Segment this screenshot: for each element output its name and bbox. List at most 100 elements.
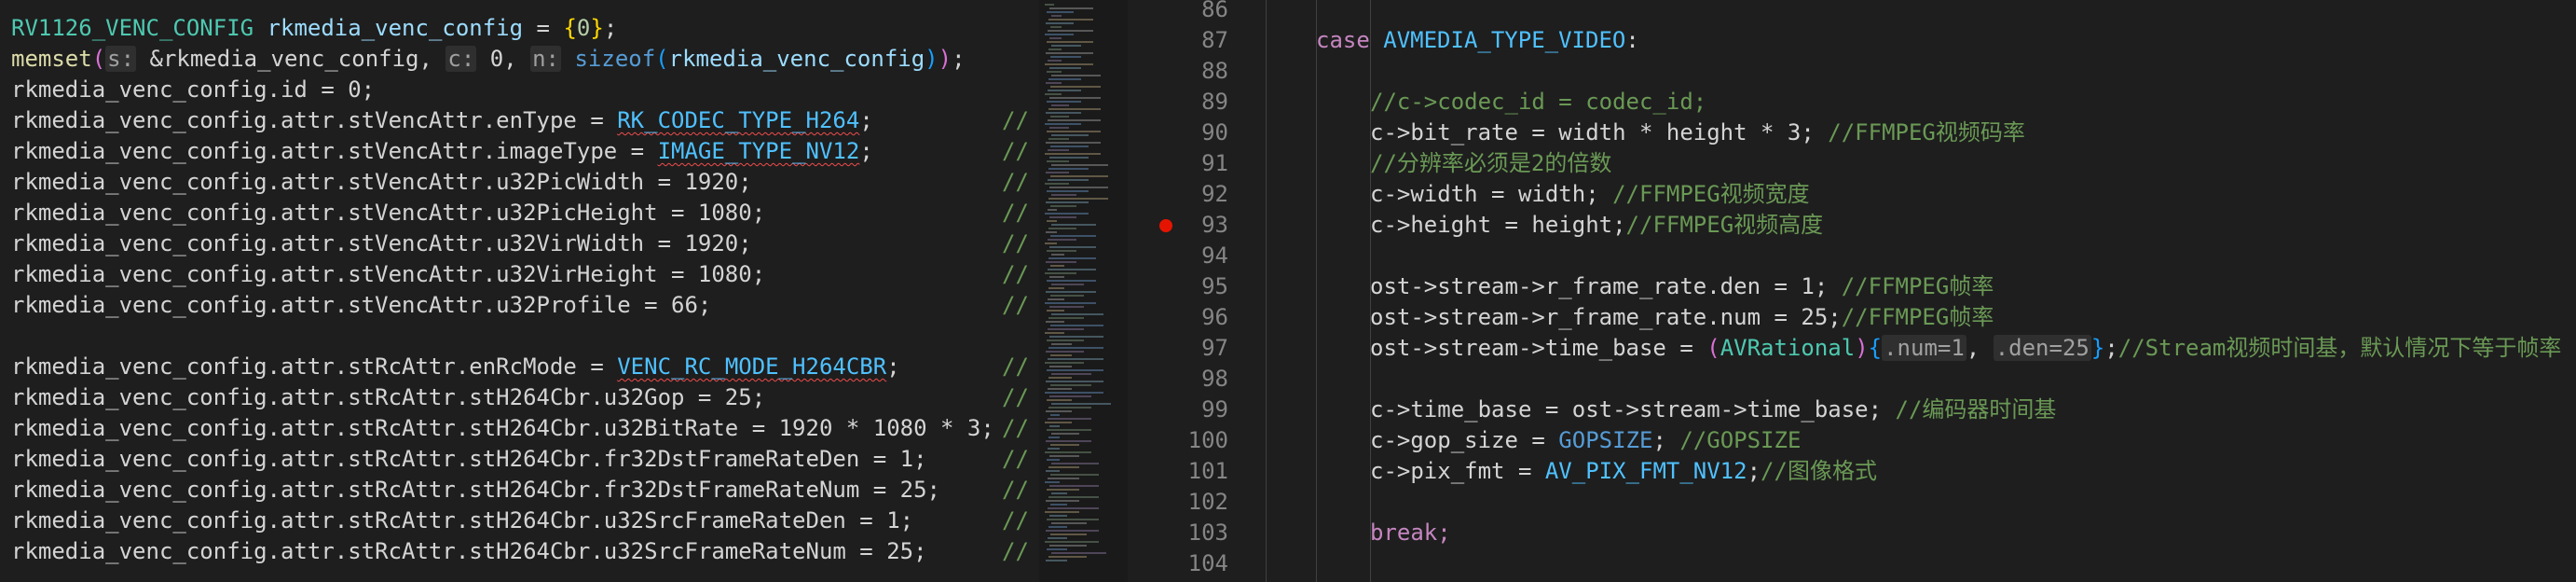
minimap-row — [1047, 280, 1096, 282]
line-number[interactable]: 86 — [1154, 0, 1228, 25]
left-code-area[interactable]: RV1126_VENC_CONFIG rkmedia_venc_config =… — [11, 13, 1035, 567]
code-text: ost->stream->time_base = — [1370, 335, 1707, 361]
code-line[interactable]: c->width = width; //FFMPEG视频宽度 — [1370, 179, 1810, 210]
line-number[interactable]: 101 — [1154, 456, 1228, 487]
minimap-row — [1047, 399, 1072, 401]
minimap-row — [1051, 254, 1064, 256]
minimap-row — [1049, 187, 1108, 188]
minimap-row — [1045, 272, 1076, 274]
code-line[interactable]: rkmedia_venc_config.attr.stRcAttr.stH264… — [11, 536, 1035, 567]
line-number[interactable]: 94 — [1154, 241, 1228, 271]
comment-text: //GOPSIZE — [1679, 427, 1802, 453]
punct-token: ; — [1747, 458, 1761, 484]
code-line[interactable]: rkmedia_venc_config.attr.stRcAttr.stH264… — [11, 382, 1035, 413]
minimap-row — [1047, 369, 1103, 371]
line-number[interactable]: 88 — [1154, 56, 1228, 87]
minimap[interactable] — [1039, 0, 1128, 582]
enum-token: AVMEDIA_TYPE_VIDEO — [1383, 27, 1626, 53]
minimap-row — [1049, 366, 1072, 367]
trailing-comment: // — [1002, 477, 1029, 503]
code-line[interactable]: c->bit_rate = width * height * 3; //FFMP… — [1370, 118, 2025, 148]
line-number[interactable]: 95 — [1154, 271, 1228, 302]
minimap-row — [1046, 291, 1096, 293]
line-number[interactable]: 90 — [1154, 118, 1228, 148]
line-number[interactable]: 89 — [1154, 87, 1228, 118]
code-line[interactable]: rkmedia_venc_config.attr.stVencAttr.u32V… — [11, 259, 1035, 290]
code-line[interactable]: rkmedia_venc_config.attr.stVencAttr.imag… — [11, 136, 1035, 167]
code-line[interactable]: rkmedia_venc_config.attr.stVencAttr.enTy… — [11, 105, 1035, 136]
minimap-row — [1048, 239, 1076, 241]
line-number[interactable]: 99 — [1154, 395, 1228, 425]
code-line[interactable]: //分辨率必须是2的倍数 — [1370, 148, 1611, 179]
line-number[interactable]: 103 — [1154, 518, 1228, 548]
minimap-row — [1046, 410, 1072, 412]
punct-token: ; — [2104, 335, 2118, 361]
code-line[interactable]: rkmedia_venc_config.attr.stVencAttr.u32P… — [11, 198, 1035, 229]
code-line[interactable]: rkmedia_venc_config.id = 0; — [11, 75, 1035, 105]
minimap-row — [1046, 52, 1093, 54]
minimap-row — [1047, 160, 1069, 162]
code-line[interactable]: c->height = height;//FFMPEG视频高度 — [1370, 210, 1823, 241]
line-number[interactable]: 87 — [1154, 25, 1228, 56]
punct-token: : — [1625, 27, 1639, 53]
code-line[interactable]: ost->stream->r_frame_rate.num = 25;//FFM… — [1370, 302, 1994, 333]
line-number[interactable]: 91 — [1154, 148, 1228, 179]
code-text: rkmedia_venc_config.attr.stRcAttr.stH264… — [11, 415, 994, 441]
minimap-row — [1048, 168, 1089, 170]
code-line[interactable]: rkmedia_venc_config.attr.stVencAttr.u32P… — [11, 167, 1035, 198]
line-number[interactable]: 97 — [1154, 333, 1228, 364]
minimap-row — [1051, 552, 1106, 554]
minimap-row — [1049, 216, 1076, 218]
right-editor-pane[interactable]: 86 87 88 89 90 91 92 93 94 95 96 97 98 99 100 101 102 103… — [1128, 0, 2576, 582]
punct-token: ; — [1652, 427, 1680, 453]
code-text: c->pix_fmt = — [1370, 458, 1545, 484]
line-number[interactable]: 100 — [1154, 425, 1228, 456]
minimap-row — [1049, 336, 1103, 338]
enum-token: RK_CODEC_TYPE_H264 — [617, 107, 860, 133]
code-line[interactable]: c->time_base = ost->stream->time_base; /… — [1370, 395, 2056, 425]
code-line[interactable]: rkmedia_venc_config.attr.stRcAttr.stH264… — [11, 506, 1035, 536]
minimap-row — [1051, 45, 1081, 47]
code-line[interactable]: ost->stream->time_base = (AVRational){.n… — [1370, 333, 2561, 364]
breakpoint-icon[interactable] — [1159, 219, 1172, 232]
code-line[interactable]: rkmedia_venc_config.attr.stVencAttr.u32V… — [11, 229, 1035, 259]
code-line[interactable]: rkmedia_venc_config.attr.stVencAttr.u32P… — [11, 290, 1035, 321]
line-number[interactable]: 104 — [1154, 548, 1228, 579]
minimap-row — [1048, 556, 1087, 558]
minimap-row — [1050, 56, 1081, 58]
minimap-row — [1045, 242, 1057, 244]
minimap-row — [1045, 422, 1072, 423]
line-number[interactable]: 98 — [1154, 364, 1228, 395]
minimap-row — [1051, 194, 1076, 196]
indent-guide — [1266, 0, 1267, 582]
code-line[interactable]: memset(s: &rkmedia_venc_config, c: 0, n:… — [11, 44, 1035, 75]
code-line[interactable]: c->gop_size = GOPSIZE; //GOPSIZE — [1370, 425, 1801, 456]
line-number[interactable]: 92 — [1154, 179, 1228, 210]
code-text: rkmedia_venc_config.attr.stVencAttr.u32P… — [11, 200, 766, 226]
paren-token: ) — [925, 46, 939, 72]
minimap-row — [1047, 489, 1079, 491]
arg-token: &rkmedia_venc_config, — [136, 46, 446, 72]
code-line[interactable]: break; — [1370, 518, 1451, 548]
code-line[interactable]: RV1126_VENC_CONFIG rkmedia_venc_config =… — [11, 13, 1035, 44]
code-line[interactable]: rkmedia_venc_config.attr.stRcAttr.stH264… — [11, 413, 1035, 444]
left-editor-pane[interactable]: RV1126_VENC_CONFIG rkmedia_venc_config =… — [0, 0, 1128, 582]
minimap-row — [1046, 440, 1091, 442]
code-line[interactable]: case AVMEDIA_TYPE_VIDEO: — [1316, 25, 1639, 56]
code-line[interactable]: rkmedia_venc_config.attr.stRcAttr.enRcMo… — [11, 352, 1035, 382]
code-line[interactable]: c->pix_fmt = AV_PIX_FMT_NV12;//图像格式 — [1370, 456, 1877, 487]
minimap-row — [1050, 354, 1072, 356]
code-line[interactable]: //c->codec_id = codec_id; — [1370, 87, 1706, 118]
line-number[interactable]: 96 — [1154, 302, 1228, 333]
code-line[interactable]: rkmedia_venc_config.attr.stRcAttr.stH264… — [11, 475, 1035, 506]
comment-text: //c->codec_id = codec_id; — [1370, 89, 1707, 115]
paren-token: ( — [655, 46, 669, 72]
line-number-gutter[interactable]: 86 87 88 89 90 91 92 93 94 95 96 97 98 99 100 101 102 103… — [1128, 0, 1258, 582]
minimap-row — [1048, 377, 1072, 379]
code-line[interactable] — [11, 321, 1035, 352]
minimap-row — [1050, 116, 1069, 118]
code-line[interactable]: ost->stream->r_frame_rate.den = 1; //FFM… — [1370, 271, 1994, 302]
code-line[interactable]: rkmedia_venc_config.attr.stRcAttr.stH264… — [11, 444, 1035, 475]
punct-token: ; — [603, 15, 618, 41]
line-number[interactable]: 102 — [1154, 487, 1228, 518]
